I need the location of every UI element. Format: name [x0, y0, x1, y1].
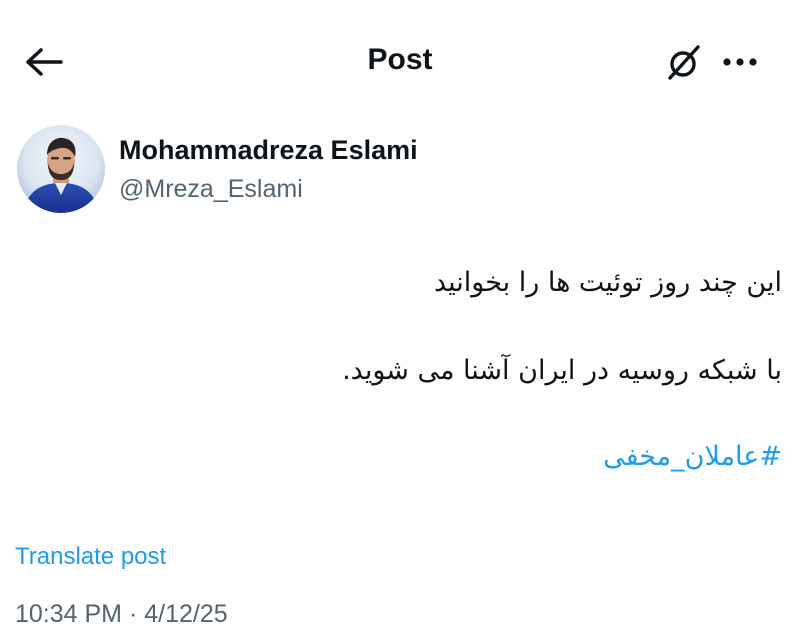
- tweet-text: این چند روز توئیت ها را بخوانید با شبکه …: [20, 264, 782, 476]
- author-display-name[interactable]: Mohammadreza Eslami: [119, 133, 418, 167]
- grok-icon: [668, 45, 700, 80]
- tweet-line: این چند روز توئیت ها را بخوانید: [433, 267, 782, 298]
- avatar[interactable]: [17, 125, 105, 213]
- more-options-button[interactable]: [714, 38, 766, 86]
- tweet-line: با شبکه روسیه در ایران آشنا می شوید.: [342, 355, 782, 386]
- user-avatar: [17, 125, 105, 213]
- grok-button[interactable]: [660, 38, 708, 86]
- author-handle[interactable]: @Mreza_Eslami: [119, 172, 303, 206]
- translate-post-link[interactable]: Translate post: [15, 541, 166, 573]
- hashtag-link[interactable]: #عاملان_مخفی: [20, 438, 782, 476]
- post-timestamp: 10:34 PM · 4/12/25: [15, 600, 228, 628]
- top-bar: Post: [0, 0, 800, 120]
- more-horizontal-icon: [723, 58, 757, 66]
